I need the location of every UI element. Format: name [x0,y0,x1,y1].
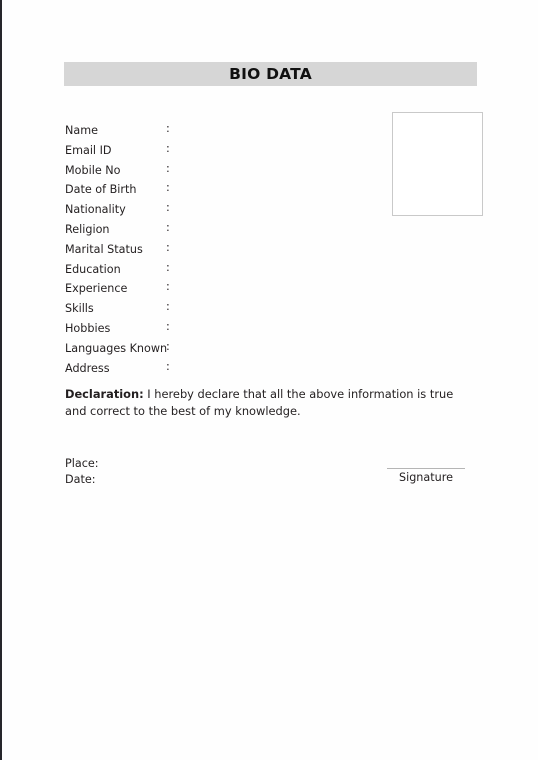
field-row: Education: [65,258,170,278]
field-row: Hobbies: [65,317,170,337]
field-separator: : [166,260,170,274]
field-separator: : [166,122,170,135]
field-row: Email ID: [65,139,170,159]
field-separator: : [166,141,170,155]
field-list: Name: Email ID: Mobile No: Date of Birth: Na… [65,119,170,377]
date-label: Date: [65,472,96,486]
field-row: Date of Birth: [65,178,170,198]
field-row: Name: [65,119,170,139]
signature-caption: Signature [399,471,453,484]
field-row: Mobile No: [65,159,170,179]
field-row: Marital Status: [65,238,170,258]
field-separator: : [166,280,170,294]
declaration-heading: Declaration: [65,387,144,401]
place-label: Place: [65,457,99,470]
page-title: BIO DATA [229,65,312,83]
field-row: Skills: [65,297,170,317]
field-row: Address: [65,357,170,377]
field-separator: : [166,319,170,333]
field-separator: : [166,220,170,234]
field-row: Nationality: [65,198,170,218]
photo-placeholder-box[interactable] [392,112,483,216]
field-separator: : [166,201,170,215]
field-separator: : [166,181,170,195]
field-separator: : [166,359,170,373]
declaration-paragraph: Declaration: I hereby declare that all t… [65,386,469,419]
field-row: Experience: [65,277,170,297]
signature-line[interactable] [387,468,465,469]
footer-place-date: Place: Date: [65,456,99,488]
field-separator: : [166,161,170,175]
field-separator: : [166,339,170,353]
biodata-page: BIO DATA Name: Email ID: Mobile No: Date of… [0,0,538,760]
field-separator: : [166,300,170,314]
place-row: Place: [65,456,99,472]
signature-block: Signature [387,468,465,484]
date-row: Date: [65,472,99,488]
field-separator: : [166,240,170,254]
field-row: Religion: [65,218,170,238]
field-label: Address [65,361,110,375]
field-row: Languages Known: [65,337,170,357]
title-bar: BIO DATA [64,62,477,86]
